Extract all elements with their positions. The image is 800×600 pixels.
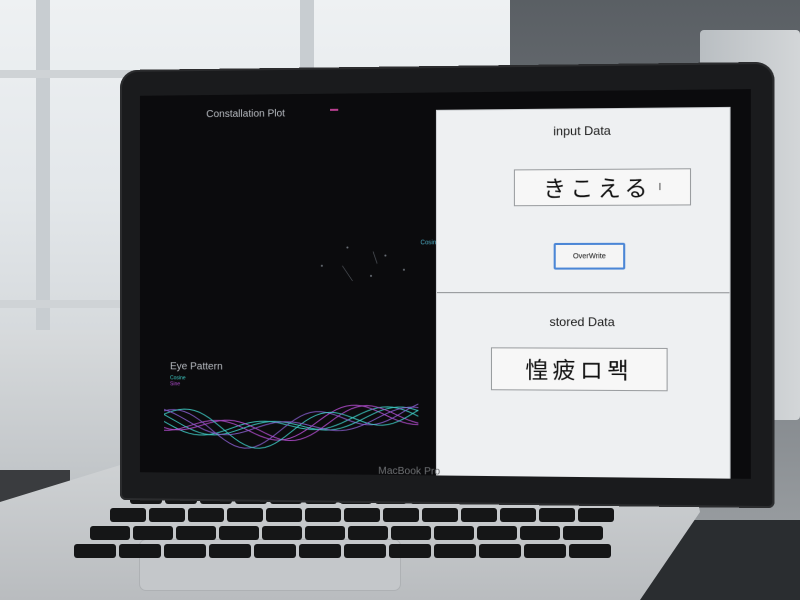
keyboard-key[interactable] — [266, 508, 302, 522]
keyboard-key[interactable] — [563, 526, 603, 540]
stored-data-field: 惶疲ロ뫡 — [491, 347, 668, 391]
input-data-field[interactable]: きこえる I — [514, 168, 691, 206]
window-frame — [36, 0, 50, 330]
constellation-title: Constallation Plot — [206, 108, 285, 120]
photo-scene: Constallation Plot Cosine Eye Pattern Co… — [0, 0, 800, 600]
keyboard-key[interactable] — [176, 526, 216, 540]
stored-data-value: 惶疲ロ뫡 — [525, 353, 633, 386]
keyboard-key[interactable] — [539, 508, 575, 522]
text-cursor-icon: I — [658, 181, 661, 192]
keyboard-key[interactable] — [348, 526, 388, 540]
keyboard-key[interactable] — [305, 526, 345, 540]
keyboard-key[interactable] — [383, 508, 419, 522]
macbook-brand-label: MacBook Pro — [378, 466, 440, 478]
keyboard-key[interactable] — [254, 544, 296, 558]
laptop-screen: Constallation Plot Cosine Eye Pattern Co… — [140, 89, 751, 479]
keyboard-key[interactable] — [477, 526, 517, 540]
keyboard-key[interactable] — [299, 544, 341, 558]
eye-pattern-plot — [164, 381, 418, 464]
keyboard-key[interactable] — [524, 544, 566, 558]
laptop-lid: Constallation Plot Cosine Eye Pattern Co… — [120, 62, 775, 508]
input-data-label: input Data — [437, 122, 729, 139]
keyboard-key[interactable] — [461, 508, 497, 522]
constellation-plot — [291, 225, 435, 296]
input-data-value: きこえる — [543, 171, 652, 204]
keyboard-key[interactable] — [344, 544, 386, 558]
keyboard-key[interactable] — [219, 526, 259, 540]
keyboard-key[interactable] — [434, 544, 476, 558]
keyboard-key[interactable] — [110, 508, 146, 522]
keyboard-key[interactable] — [262, 526, 302, 540]
keyboard-key[interactable] — [227, 508, 263, 522]
keyboard-key[interactable] — [434, 526, 474, 540]
data-panel: input Data きこえる I OverWrite stored Data … — [437, 108, 729, 479]
keyboard-key[interactable] — [500, 508, 536, 522]
keyboard-key[interactable] — [389, 544, 431, 558]
keyboard-key[interactable] — [422, 508, 458, 522]
eye-pattern-title: Eye Pattern — [170, 361, 223, 372]
stored-data-label: stored Data — [437, 315, 729, 330]
keyboard-key[interactable] — [305, 508, 341, 522]
overwrite-button[interactable]: OverWrite — [554, 243, 626, 270]
keyboard-key[interactable] — [479, 544, 521, 558]
keyboard-key[interactable] — [520, 526, 560, 540]
keyboard-key[interactable] — [344, 508, 380, 522]
keyboard-key[interactable] — [578, 508, 614, 522]
keyboard-key[interactable] — [149, 508, 185, 522]
panel-divider — [437, 292, 729, 293]
keyboard-key[interactable] — [90, 526, 130, 540]
keyboard-key[interactable] — [119, 544, 161, 558]
keyboard-key[interactable] — [74, 544, 116, 558]
keyboard-key[interactable] — [569, 544, 611, 558]
keyboard-key[interactable] — [164, 544, 206, 558]
status-mark — [330, 109, 338, 111]
keyboard-key[interactable] — [391, 526, 431, 540]
keyboard-key[interactable] — [188, 508, 224, 522]
keyboard-key[interactable] — [209, 544, 251, 558]
keyboard-key[interactable] — [133, 526, 173, 540]
